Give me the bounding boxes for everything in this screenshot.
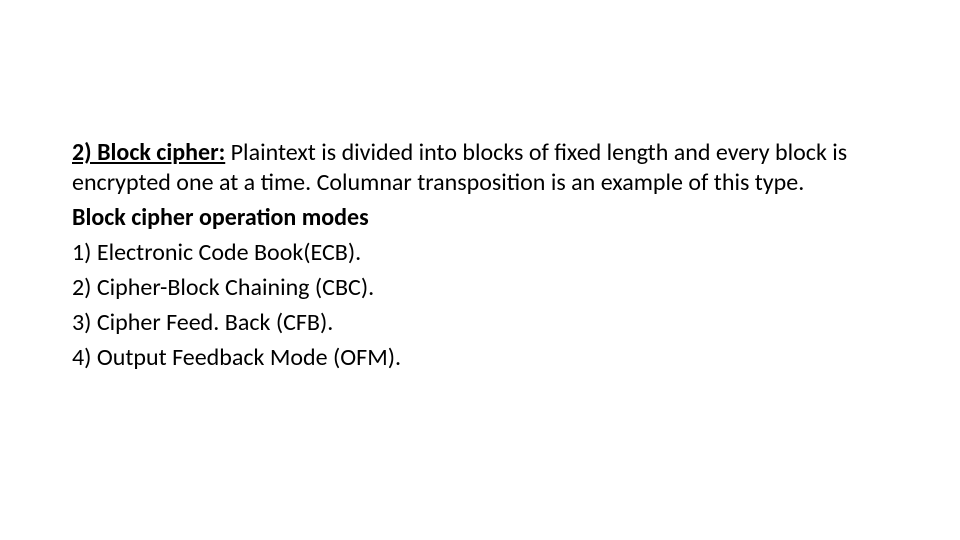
slide-body: 2) Block cipher: Plaintext is divided in… [0, 0, 960, 540]
heading-operation-modes: Block cipher operation modes [72, 203, 880, 233]
list-item: 4) Output Feedback Mode (OFM). [72, 343, 880, 373]
list-item: 1) Electronic Code Book(ECB). [72, 238, 880, 268]
paragraph-block-cipher: 2) Block cipher: Plaintext is divided in… [72, 138, 880, 198]
list-item: 3) Cipher Feed. Back (CFB). [72, 308, 880, 338]
list-item: 2) Cipher-Block Chaining (CBC). [72, 273, 880, 303]
heading-block-cipher: 2) Block cipher: [72, 138, 225, 167]
